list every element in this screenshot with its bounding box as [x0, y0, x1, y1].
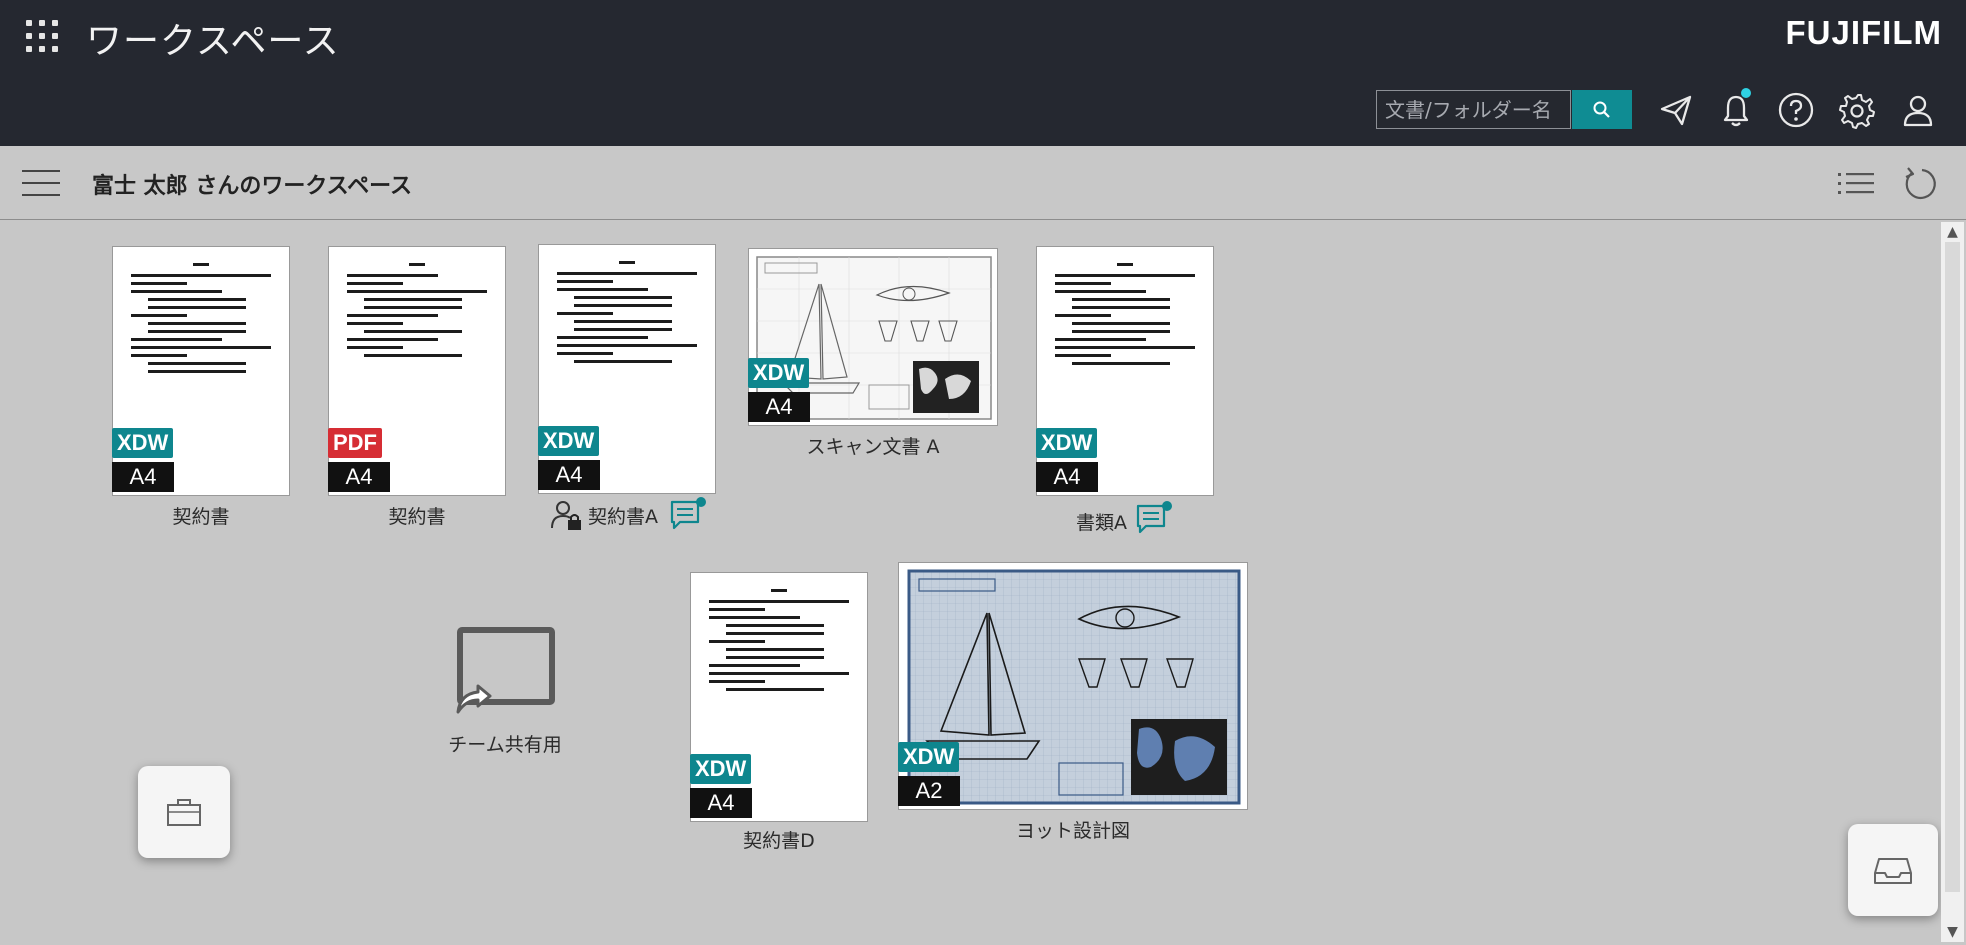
document-name: 契約書D — [743, 830, 815, 852]
shared-folder-icon — [456, 627, 555, 714]
help-icon — [1778, 92, 1814, 128]
document-item[interactable]: PDF A4 契約書 — [328, 246, 506, 528]
paper-size-badge: A4 — [690, 788, 752, 818]
notifications-button[interactable] — [1714, 88, 1758, 132]
document-name: 契約書A — [588, 506, 658, 528]
file-type-badge: XDW — [538, 426, 600, 456]
document-name: 契約書 — [388, 506, 446, 528]
document-name: 契約書 — [172, 506, 230, 528]
refresh-icon[interactable] — [1900, 164, 1940, 204]
briefcase-icon — [167, 799, 201, 826]
top-header: ワークスペース FUJIFILM — [0, 0, 1966, 146]
document-item[interactable]: XDW A2 ヨット設計図 — [898, 562, 1250, 848]
settings-button[interactable] — [1836, 88, 1880, 132]
file-type-badge: XDW — [898, 742, 960, 772]
document-name: スキャン文書 A — [806, 436, 940, 458]
apps-grid-icon[interactable] — [26, 20, 60, 54]
document-item[interactable]: XDW A4 契約書D — [690, 572, 870, 854]
send-button[interactable] — [1654, 88, 1698, 132]
file-type-badge: XDW — [748, 358, 810, 388]
brand-logo: FUJIFILM — [1785, 14, 1942, 51]
comment-icon[interactable] — [670, 496, 708, 530]
document-thumbnail — [690, 572, 868, 822]
folder-name: チーム共有用 — [448, 734, 562, 756]
paper-size-badge: A4 — [1036, 462, 1098, 492]
document-item[interactable]: XDW A4 書類A — [1036, 246, 1226, 536]
file-type-badge: XDW — [1036, 428, 1098, 458]
workspace-title: 富士 太郎 さんのワークスペース — [92, 174, 413, 199]
search-icon — [1593, 101, 1610, 118]
notification-dot — [1741, 88, 1751, 98]
document-thumbnail — [538, 244, 716, 494]
briefcase-button[interactable] — [138, 766, 230, 858]
scroll-up-icon[interactable]: ▲ — [1941, 222, 1964, 242]
user-icon — [1903, 95, 1933, 127]
help-button[interactable] — [1774, 88, 1818, 132]
search-button[interactable] — [1572, 90, 1632, 129]
document-thumbnail — [328, 246, 506, 496]
tray-icon — [1874, 858, 1912, 884]
document-thumbnail — [1036, 246, 1214, 496]
vertical-scrollbar[interactable]: ▲ ▼ — [1941, 222, 1964, 942]
app-title: ワークスペース — [86, 21, 340, 62]
file-type-badge: XDW — [112, 428, 174, 458]
bell-icon — [1723, 95, 1749, 127]
user-button[interactable] — [1896, 88, 1940, 132]
paper-size-badge: A4 — [112, 462, 174, 492]
gear-icon — [1839, 94, 1875, 129]
document-item[interactable]: XDW A4 契約書A — [538, 244, 718, 534]
document-item[interactable]: XDW A4 契約書 — [112, 246, 290, 528]
document-item[interactable]: XDW A4 スキャン文書 A — [748, 248, 1000, 460]
paper-size-badge: A2 — [898, 776, 960, 806]
paper-size-badge: A4 — [748, 392, 810, 422]
file-type-badge: PDF — [328, 428, 382, 458]
document-thumbnail — [898, 562, 1248, 810]
folder-item[interactable]: チーム共有用 — [440, 620, 570, 760]
file-type-badge: XDW — [690, 754, 752, 784]
send-icon — [1660, 95, 1692, 126]
locked-user-icon — [551, 501, 581, 530]
scroll-thumb[interactable] — [1945, 242, 1960, 892]
tray-button[interactable] — [1848, 824, 1938, 916]
document-name: ヨット設計図 — [1015, 820, 1130, 842]
list-view-icon[interactable] — [1836, 166, 1876, 202]
hamburger-menu-icon[interactable] — [22, 168, 62, 198]
document-name: 書類A — [1076, 512, 1127, 534]
search-input[interactable] — [1376, 90, 1571, 129]
paper-size-badge: A4 — [538, 460, 600, 490]
workspace-toolbar: 富士 太郎 さんのワークスペース — [0, 146, 1966, 220]
scroll-down-icon[interactable]: ▼ — [1941, 922, 1964, 942]
document-thumbnail — [112, 246, 290, 496]
comment-icon[interactable] — [1136, 500, 1174, 534]
paper-size-badge: A4 — [328, 462, 390, 492]
